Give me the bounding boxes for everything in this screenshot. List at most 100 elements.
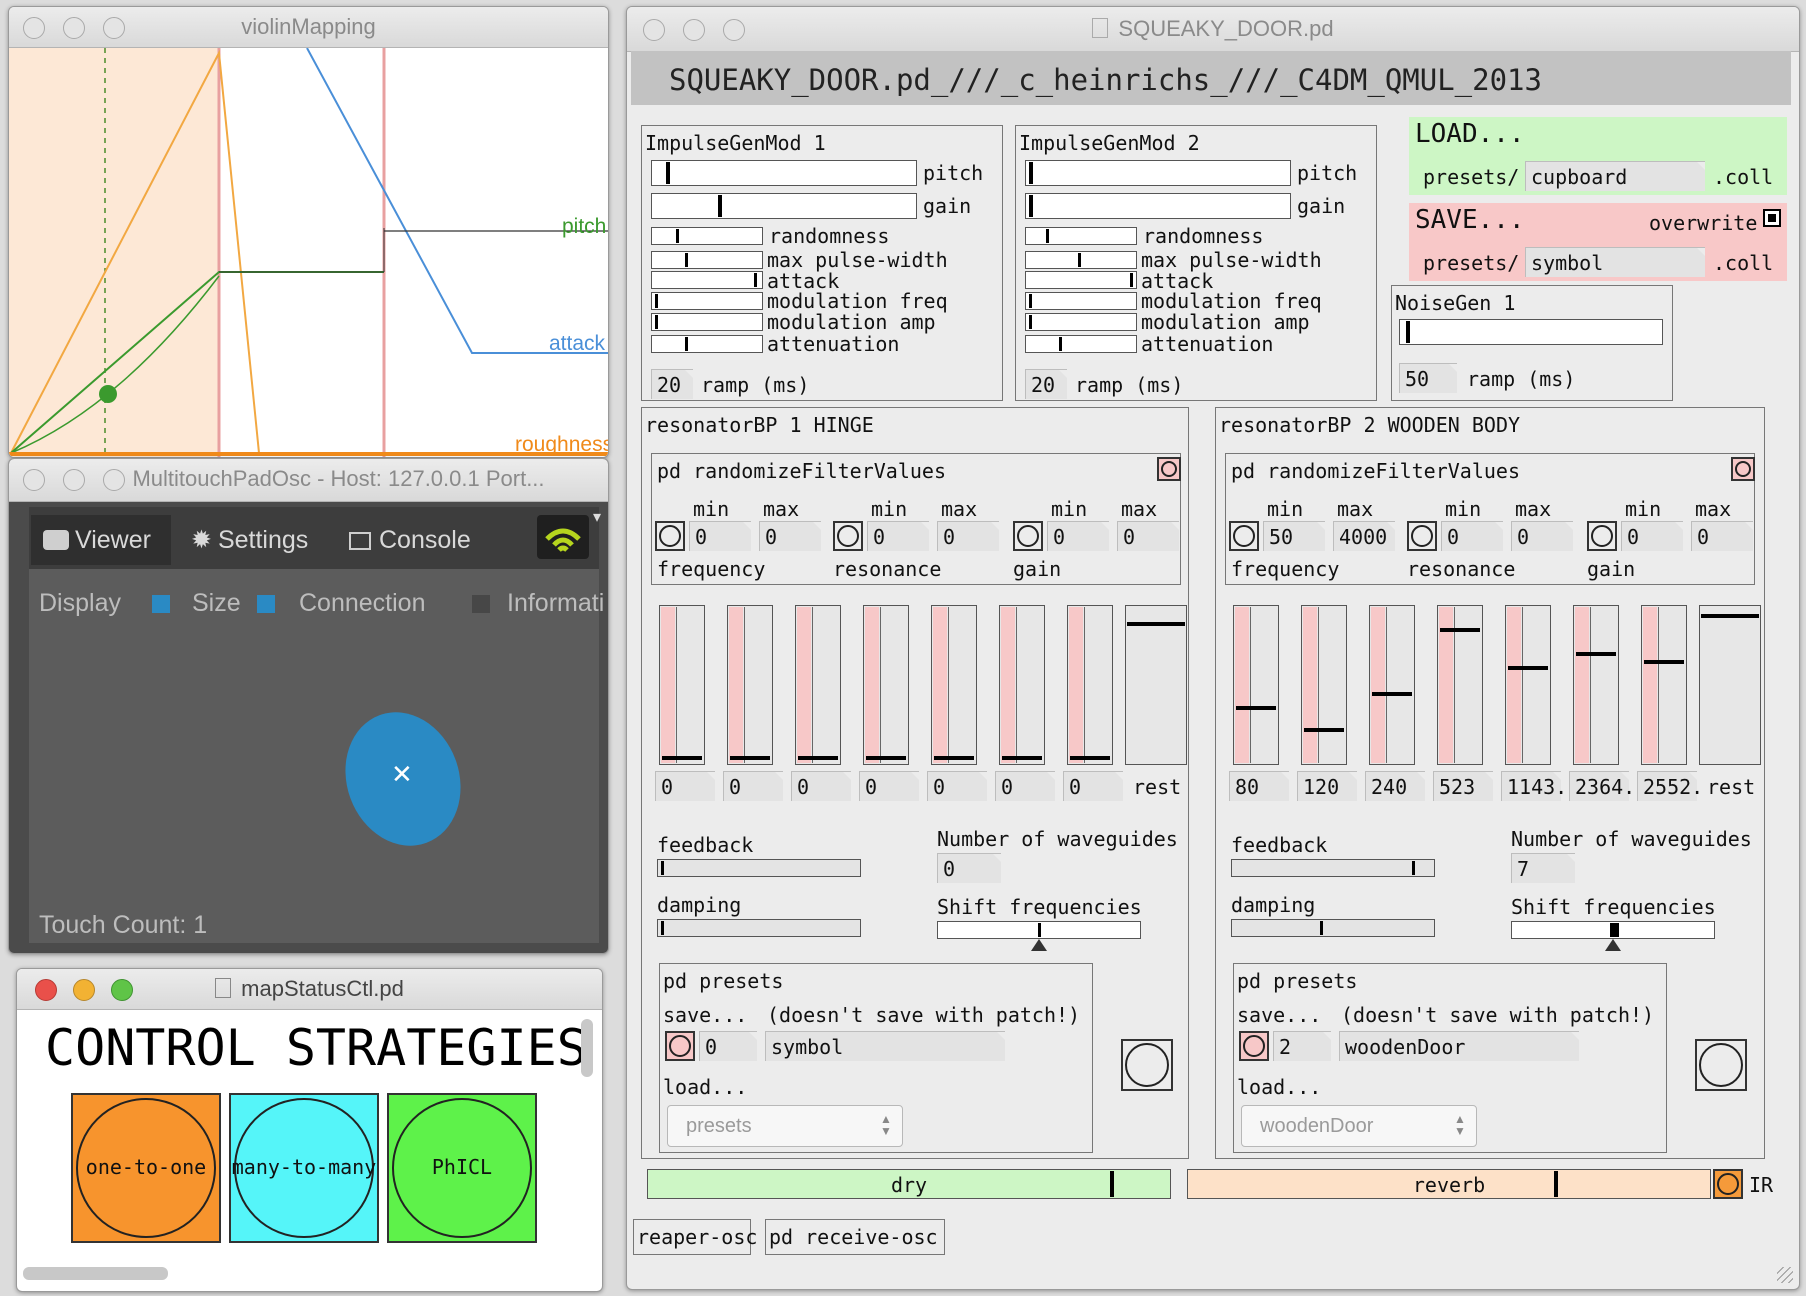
filter-value[interactable]: 240	[1365, 771, 1425, 801]
randomize-bang[interactable]	[1731, 457, 1755, 481]
res-bang[interactable]	[1407, 521, 1437, 551]
freq-max-number[interactable]: 4000	[1333, 521, 1395, 551]
noise-ramp-number[interactable]: 50	[1399, 363, 1457, 393]
save-bang[interactable]	[1239, 1031, 1269, 1061]
attack-slider[interactable]	[651, 271, 763, 289]
overwrite-toggle[interactable]	[1763, 209, 1781, 227]
filter-value[interactable]: 0	[1063, 771, 1123, 801]
gain-bang[interactable]	[1013, 521, 1043, 551]
connection-checkbox[interactable]	[472, 595, 490, 613]
save-bang[interactable]	[665, 1031, 695, 1061]
freq-bang[interactable]	[655, 521, 685, 551]
load-bang[interactable]	[1695, 1039, 1747, 1091]
presets-dropdown[interactable]: presets ▲ ▼	[667, 1105, 903, 1147]
attenuation-slider[interactable]	[651, 335, 763, 353]
pitch-slider[interactable]	[651, 160, 917, 186]
wifi-icon[interactable]	[537, 515, 589, 559]
gain-max-number[interactable]: 0	[1691, 521, 1753, 551]
filter-slider[interactable]	[1573, 605, 1619, 765]
reverb-slider[interactable]: reverb	[1187, 1169, 1711, 1199]
freq-max-number[interactable]: 0	[759, 521, 821, 551]
filter-slider[interactable]	[1233, 605, 1279, 765]
resize-grip-icon[interactable]	[1777, 1267, 1793, 1283]
shift-slider[interactable]	[937, 921, 1141, 939]
shift-slider[interactable]	[1511, 921, 1715, 939]
res-bang[interactable]	[833, 521, 863, 551]
rest-slider[interactable]	[1699, 605, 1761, 765]
filter-value[interactable]: 2552.	[1637, 771, 1703, 801]
freq-bang[interactable]	[1229, 521, 1259, 551]
filter-value[interactable]: 0	[927, 771, 987, 801]
mod-freq-slider[interactable]	[651, 292, 763, 310]
pin-icon[interactable]: ▾	[593, 507, 601, 527]
filter-value[interactable]: 0	[995, 771, 1055, 801]
mod-amp-slider[interactable]	[651, 313, 763, 331]
freq-min-number[interactable]: 50	[1263, 521, 1325, 551]
pitch-slider[interactable]	[1025, 160, 1291, 186]
ramp-number[interactable]: 20	[651, 369, 693, 399]
btn-many-to-many[interactable]: many-to-many	[229, 1093, 379, 1243]
filter-slider[interactable]	[1301, 605, 1347, 765]
btn-phicl[interactable]: PhICL	[387, 1093, 537, 1243]
gain-max-number[interactable]: 0	[1117, 521, 1179, 551]
filter-value[interactable]: 2364.	[1569, 771, 1635, 801]
damping-slider[interactable]	[1231, 919, 1435, 937]
title-bar[interactable]: mapStatusCtl.pd	[17, 969, 602, 1010]
rest-slider[interactable]	[1125, 605, 1187, 765]
mod-freq-slider[interactable]	[1025, 292, 1137, 310]
title-bar[interactable]: violinMapping	[9, 7, 608, 48]
filter-slider[interactable]	[1505, 605, 1551, 765]
mapping-canvas[interactable]	[9, 48, 608, 458]
waveguides-number[interactable]: 7	[1511, 853, 1575, 883]
horizontal-scrollbar[interactable]	[23, 1267, 168, 1280]
max-pulse-slider[interactable]	[1025, 251, 1137, 269]
title-bar[interactable]: SQUEAKY_DOOR.pd	[627, 7, 1799, 52]
filter-slider[interactable]	[1369, 605, 1415, 765]
res-min-number[interactable]: 0	[1441, 521, 1503, 551]
attenuation-slider[interactable]	[1025, 335, 1137, 353]
filter-slider[interactable]	[863, 605, 909, 765]
feedback-slider[interactable]	[1231, 859, 1435, 877]
display-checkbox[interactable]	[152, 595, 170, 613]
res-min-number[interactable]: 0	[867, 521, 929, 551]
gain-slider[interactable]	[1025, 193, 1291, 219]
mod-amp-slider[interactable]	[1025, 313, 1137, 331]
vertical-scrollbar[interactable]	[581, 1019, 593, 1077]
preset-name-field[interactable]: woodenDoor	[1339, 1031, 1579, 1061]
max-pulse-slider[interactable]	[651, 251, 763, 269]
btn-one-to-one[interactable]: one-to-one	[71, 1093, 221, 1243]
waveguides-number[interactable]: 0	[937, 853, 1001, 883]
title-bar[interactable]: MultitouchPadOsc - Host: 127.0.0.1 Port.…	[9, 459, 608, 502]
tab-viewer[interactable]: Viewer	[31, 515, 171, 565]
filter-value[interactable]: 0	[791, 771, 851, 801]
filter-value[interactable]: 1143.	[1501, 771, 1567, 801]
filter-slider[interactable]	[931, 605, 977, 765]
filter-slider[interactable]	[1641, 605, 1687, 765]
gain-min-number[interactable]: 0	[1621, 521, 1683, 551]
preset-number[interactable]: 2	[1273, 1031, 1331, 1061]
tab-console[interactable]: Console	[337, 515, 487, 565]
randomize-bang[interactable]	[1157, 457, 1181, 481]
touch-pad[interactable]: Display Size Connection Informati ✕ Touc…	[29, 569, 604, 943]
gain-bang[interactable]	[1587, 521, 1617, 551]
filter-value[interactable]: 0	[655, 771, 715, 801]
dry-slider[interactable]: dry	[647, 1169, 1171, 1199]
attack-slider[interactable]	[1025, 271, 1137, 289]
filter-value[interactable]: 0	[859, 771, 919, 801]
noise-slider[interactable]	[1399, 319, 1663, 345]
filter-slider[interactable]	[795, 605, 841, 765]
res-max-number[interactable]: 0	[1511, 521, 1573, 551]
filter-value[interactable]: 80	[1229, 771, 1289, 801]
filter-slider[interactable]	[1437, 605, 1483, 765]
filter-value[interactable]: 523	[1433, 771, 1493, 801]
load-bang[interactable]	[1121, 1039, 1173, 1091]
filter-slider[interactable]	[999, 605, 1045, 765]
ir-bang[interactable]	[1713, 1169, 1743, 1199]
filter-value[interactable]: 120	[1297, 771, 1357, 801]
preset-number[interactable]: 0	[699, 1031, 757, 1061]
freq-min-number[interactable]: 0	[689, 521, 751, 551]
gain-min-number[interactable]: 0	[1047, 521, 1109, 551]
filter-slider[interactable]	[1067, 605, 1113, 765]
damping-slider[interactable]	[657, 919, 861, 937]
preset-name-field[interactable]: symbol	[765, 1031, 1005, 1061]
